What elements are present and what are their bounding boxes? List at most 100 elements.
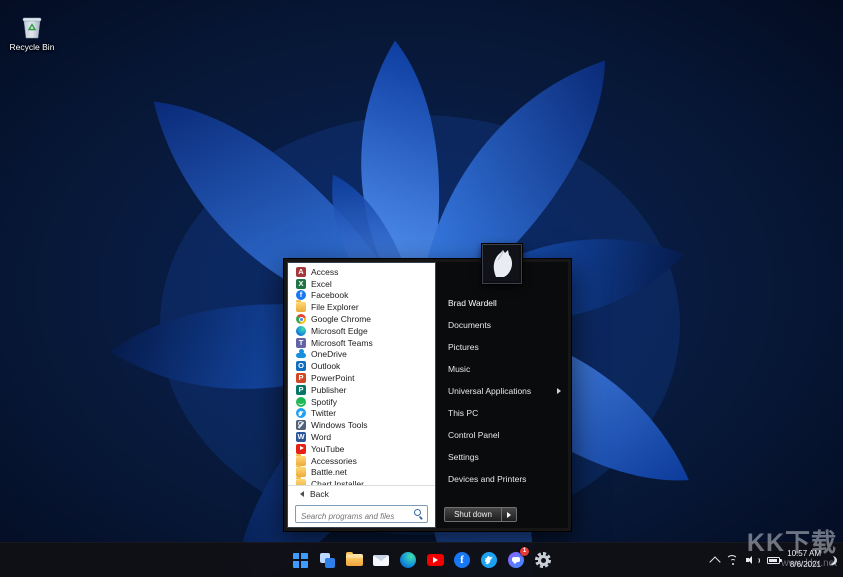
program-item-label: Word bbox=[311, 432, 332, 443]
facebook-taskbar-button[interactable] bbox=[450, 546, 474, 574]
start-menu-item-documents[interactable]: Documents bbox=[436, 314, 568, 336]
chrome-icon bbox=[296, 314, 306, 325]
program-item-microsoft-edge[interactable]: Microsoft Edge bbox=[288, 325, 435, 337]
program-item-label: Battle.net bbox=[311, 467, 347, 478]
user-name-item[interactable]: Brad Wardell bbox=[436, 292, 568, 314]
start-menu: A Access X Excel f Facebook File Explorer Googl… bbox=[283, 244, 572, 532]
program-item-label: Excel bbox=[311, 278, 332, 289]
mail-taskbar-button[interactable] bbox=[369, 546, 393, 574]
clock[interactable]: 10:57 AM 8/6/2021 bbox=[787, 549, 821, 571]
start-menu-item-label: Music bbox=[448, 364, 471, 374]
twitter-taskbar-button[interactable] bbox=[477, 546, 501, 574]
program-item-windows-tools[interactable]: Windows Tools bbox=[288, 419, 435, 431]
task-view-taskbar-button[interactable] bbox=[315, 546, 339, 574]
start-menu-item-music[interactable]: Music bbox=[436, 358, 568, 380]
file-explorer-taskbar-button[interactable] bbox=[342, 546, 366, 574]
program-item-chart-installer[interactable]: Chart Installer bbox=[288, 477, 435, 485]
start-taskbar-button[interactable] bbox=[288, 546, 312, 574]
program-item-word[interactable]: W Word bbox=[288, 431, 435, 443]
start-menu-left-panel: A Access X Excel f Facebook File Explorer Googl… bbox=[287, 262, 436, 528]
start-menu-item-control-panel[interactable]: Control Panel bbox=[436, 424, 568, 446]
folder-icon bbox=[296, 465, 306, 478]
tile-icon: X bbox=[296, 278, 306, 289]
start-menu-right-list-wrap: Brad Wardell Documents Pictures Music Unive… bbox=[436, 292, 568, 490]
tile-icon: T bbox=[296, 337, 306, 348]
tray-chevron-up-icon[interactable] bbox=[709, 555, 721, 568]
program-item-file-explorer[interactable]: File Explorer bbox=[288, 300, 435, 313]
circle-letter-icon: f bbox=[296, 290, 306, 301]
program-item-facebook[interactable]: f Facebook bbox=[288, 290, 435, 302]
spotify-icon bbox=[296, 396, 306, 407]
edge-taskbar-button[interactable] bbox=[396, 546, 420, 574]
program-item-label: Access bbox=[311, 266, 339, 277]
program-item-excel[interactable]: X Excel bbox=[288, 278, 435, 290]
tile-icon: A bbox=[296, 266, 306, 277]
user-avatar[interactable] bbox=[482, 244, 522, 284]
search-box bbox=[295, 505, 428, 525]
settings-icon bbox=[535, 552, 551, 568]
wifi-dot bbox=[731, 563, 734, 565]
submenu-arrow-icon bbox=[557, 388, 561, 394]
volume-arc bbox=[753, 556, 760, 564]
program-item-spotify[interactable]: Spotify bbox=[288, 396, 435, 408]
desktop: Recycle Bin A Access X Excel f Facebook File E… bbox=[0, 0, 843, 577]
bird-icon bbox=[296, 408, 306, 419]
program-item-label: Microsoft Edge bbox=[311, 325, 368, 336]
shutdown-options-arrow[interactable] bbox=[502, 507, 517, 522]
chat-taskbar-button[interactable]: 1 bbox=[504, 546, 529, 574]
program-item-label: Windows Tools bbox=[311, 420, 368, 431]
program-item-label: Publisher bbox=[311, 384, 347, 395]
program-item-access[interactable]: A Access bbox=[288, 266, 435, 278]
start-icon bbox=[292, 552, 308, 568]
start-menu-item-settings[interactable]: Settings bbox=[436, 446, 568, 468]
start-menu-item-this-pc[interactable]: This PC bbox=[436, 402, 568, 424]
program-item-google-chrome[interactable]: Google Chrome bbox=[288, 313, 435, 325]
back-button[interactable]: Back bbox=[288, 485, 435, 501]
tile-icon: P bbox=[296, 373, 306, 384]
edge-icon bbox=[296, 325, 306, 336]
program-item-label: Facebook bbox=[311, 290, 349, 301]
start-menu-item-universal-applications[interactable]: Universal Applications bbox=[436, 380, 568, 402]
program-item-label: Microsoft Teams bbox=[311, 337, 373, 348]
program-item-label: OneDrive bbox=[311, 349, 347, 360]
program-item-label: Twitter bbox=[311, 408, 337, 419]
program-item-label: PowerPoint bbox=[311, 373, 355, 384]
program-item-youtube[interactable]: YouTube bbox=[288, 443, 435, 455]
battery-icon[interactable] bbox=[767, 556, 783, 564]
start-menu-item-label: Universal Applications bbox=[448, 386, 532, 396]
settings-taskbar-button[interactable] bbox=[531, 546, 555, 574]
recycle-bin[interactable]: Recycle Bin bbox=[4, 12, 60, 52]
notification-moon-icon[interactable] bbox=[828, 556, 837, 565]
start-menu-item-pictures[interactable]: Pictures bbox=[436, 336, 568, 358]
start-menu-item-devices-and-printers[interactable]: Devices and Printers bbox=[436, 468, 568, 490]
program-item-microsoft-teams[interactable]: T Microsoft Teams bbox=[288, 337, 435, 349]
search-input[interactable] bbox=[296, 508, 414, 525]
folder-icon bbox=[296, 453, 306, 466]
program-item-battle-net[interactable]: Battle.net bbox=[288, 465, 435, 479]
start-menu-item-label: Documents bbox=[448, 320, 491, 330]
clock-time: 10:57 AM bbox=[787, 549, 821, 559]
program-item-publisher[interactable]: P Publisher bbox=[288, 384, 435, 396]
cloud-icon bbox=[296, 349, 306, 359]
program-item-outlook[interactable]: O Outlook bbox=[288, 360, 435, 372]
search-icon[interactable] bbox=[414, 509, 423, 518]
shutdown-button[interactable]: Shut down bbox=[444, 507, 502, 522]
start-menu-item-label: Pictures bbox=[448, 342, 479, 352]
folder-icon bbox=[296, 300, 306, 313]
program-item-powerpoint[interactable]: P PowerPoint bbox=[288, 372, 435, 384]
start-menu-item-label: This PC bbox=[448, 408, 479, 418]
clock-date: 8/6/2021 bbox=[789, 560, 821, 569]
program-item-onedrive[interactable]: OneDrive bbox=[288, 349, 435, 361]
youtube-taskbar-button[interactable] bbox=[423, 546, 447, 574]
start-menu-item-label: Devices and Printers bbox=[448, 474, 527, 484]
program-item-twitter[interactable]: Twitter bbox=[288, 408, 435, 420]
facebook-icon bbox=[454, 552, 470, 568]
edge-icon bbox=[400, 552, 416, 568]
program-item-accessories[interactable]: Accessories bbox=[288, 453, 435, 467]
wifi-icon[interactable] bbox=[726, 555, 739, 565]
search-row bbox=[288, 501, 435, 527]
volume-icon[interactable] bbox=[746, 555, 760, 565]
start-menu-program-list: A Access X Excel f Facebook File Explorer Googl… bbox=[288, 263, 435, 485]
start-menu-right-panel: Brad Wardell Documents Pictures Music Unive… bbox=[436, 244, 568, 528]
program-item-label: File Explorer bbox=[311, 302, 359, 313]
